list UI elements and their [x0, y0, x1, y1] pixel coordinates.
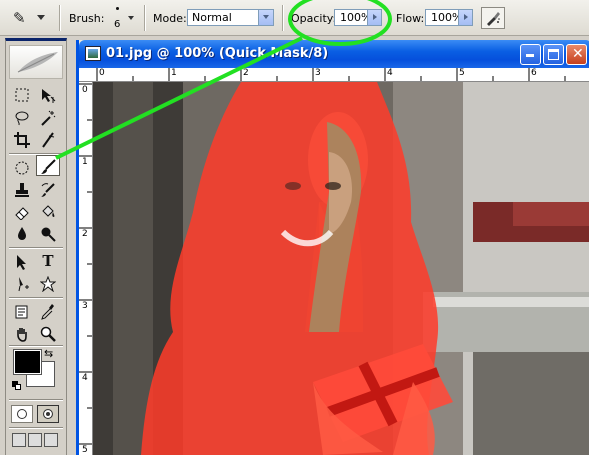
eyedropper-icon[interactable]	[36, 301, 60, 322]
brush-size: 6	[114, 19, 121, 30]
ruler-label: 5	[82, 445, 88, 455]
magic-wand-icon[interactable]	[36, 107, 60, 128]
document-title-bar[interactable]: 01.jpg @ 100% (Quick Mask/8) ✕	[79, 40, 589, 68]
hand-icon[interactable]	[10, 323, 34, 344]
slice-icon[interactable]	[36, 129, 60, 150]
horizontal-ruler[interactable]: 0 1 2 3 4 5 6	[79, 68, 589, 82]
ruler-label: 0	[99, 68, 105, 78]
default-colors-icon[interactable]	[12, 381, 22, 391]
lasso-icon[interactable]	[10, 107, 34, 128]
brush-icon[interactable]	[36, 155, 60, 176]
separator	[59, 5, 61, 31]
ruler-ticks	[79, 83, 92, 445]
ruler-label: 2	[82, 229, 88, 239]
swap-colors-icon[interactable]: ⇆	[44, 347, 53, 360]
minimize-icon	[526, 54, 534, 57]
pen-icon[interactable]	[10, 273, 34, 294]
chevron-down-icon	[128, 16, 134, 20]
path-select-icon[interactable]	[10, 251, 34, 272]
document-icon	[85, 46, 101, 61]
airbrush-icon	[487, 12, 500, 26]
mode-label: Mode:	[153, 12, 187, 25]
separator	[144, 5, 146, 31]
feather-icon	[17, 52, 58, 73]
flow-slider-button[interactable]	[458, 10, 472, 25]
standard-mode-button[interactable]	[11, 405, 33, 423]
quick-mask-icon	[43, 409, 53, 419]
ruler-label: 3	[315, 68, 321, 78]
image-canvas[interactable]	[93, 82, 589, 455]
ruler-label: 6	[531, 68, 537, 78]
full-screen-mode-icon[interactable]	[44, 433, 58, 447]
ruler-label: 1	[82, 157, 88, 167]
blur-icon[interactable]	[10, 223, 34, 244]
separator	[282, 5, 284, 31]
airbrush-toggle-button[interactable]	[481, 7, 505, 29]
ruler-ticks	[96, 68, 566, 81]
opacity-slider-button[interactable]	[367, 10, 381, 25]
brush-picker[interactable]: 6	[108, 7, 136, 31]
brush-label: Brush:	[69, 12, 105, 25]
maximize-button[interactable]	[543, 44, 564, 65]
document-title: 01.jpg @ 100% (Quick Mask/8)	[106, 46, 329, 61]
toolbox-divider	[9, 247, 63, 249]
toolbox-divider	[9, 399, 63, 401]
history-brush-icon[interactable]	[36, 179, 60, 200]
toolbox-panel: T ⇆	[5, 38, 67, 455]
mode-select[interactable]: Normal	[187, 9, 274, 26]
flow-field[interactable]: 100%	[425, 9, 473, 26]
custom-shape-icon[interactable]	[36, 273, 60, 294]
ruler-label: 3	[82, 301, 88, 311]
adobe-feather-logo[interactable]	[9, 45, 63, 79]
dodge-icon[interactable]	[36, 223, 60, 244]
eraser-icon[interactable]	[10, 201, 34, 222]
toolbox-divider	[9, 427, 63, 429]
opacity-field[interactable]: 100%	[334, 9, 382, 26]
foreground-color-swatch[interactable]	[13, 349, 42, 375]
brush-tip-icon	[116, 7, 119, 10]
chevron-right-icon	[464, 14, 468, 20]
options-bar: ✎ Brush: 6 Mode: Normal Opacity: 100% Fl…	[0, 0, 589, 36]
ruler-label: 4	[82, 373, 88, 383]
flow-label: Flow:	[396, 12, 425, 25]
clone-stamp-icon[interactable]	[10, 179, 34, 200]
ruler-label: 4	[387, 68, 393, 78]
close-button[interactable]: ✕	[566, 44, 587, 65]
document-window: 01.jpg @ 100% (Quick Mask/8) ✕ 0 1 2 3 4…	[76, 40, 589, 455]
ruler-label: 2	[243, 68, 249, 78]
opacity-label: Opacity:	[291, 12, 337, 25]
mode-dropdown-button[interactable]	[258, 10, 273, 25]
healing-brush-icon[interactable]	[10, 157, 34, 178]
close-icon: ✕	[572, 46, 584, 62]
chevron-right-icon	[373, 14, 377, 20]
toolbox-divider	[9, 297, 63, 299]
zoom-icon[interactable]	[36, 323, 60, 344]
vertical-ruler[interactable]: 0 1 2 3 4 5	[79, 82, 93, 455]
chevron-down-icon	[263, 15, 269, 19]
brush-icon: ✎	[13, 9, 26, 27]
photo-with-quick-mask	[93, 82, 589, 455]
standard-mode-icon	[17, 409, 27, 419]
mode-value: Normal	[192, 11, 232, 24]
ruler-label: 5	[459, 68, 465, 78]
chevron-down-icon	[37, 15, 45, 20]
minimize-button[interactable]	[520, 44, 541, 65]
quick-mask-mode-button[interactable]	[37, 405, 59, 423]
notes-icon[interactable]	[10, 301, 34, 322]
toolbox-divider	[9, 345, 63, 347]
rect-marquee-icon[interactable]	[10, 85, 34, 106]
full-screen-menubar-mode-icon[interactable]	[28, 433, 42, 447]
type-icon[interactable]: T	[36, 251, 60, 272]
crop-icon[interactable]	[10, 129, 34, 150]
tool-preset-picker[interactable]: ✎	[9, 7, 49, 29]
ruler-label: 1	[171, 68, 177, 78]
standard-screen-mode-icon[interactable]	[12, 433, 26, 447]
maximize-icon	[548, 49, 559, 60]
move-icon[interactable]	[36, 85, 60, 106]
paint-bucket-icon[interactable]	[36, 201, 60, 222]
ruler-label: 0	[82, 85, 88, 95]
